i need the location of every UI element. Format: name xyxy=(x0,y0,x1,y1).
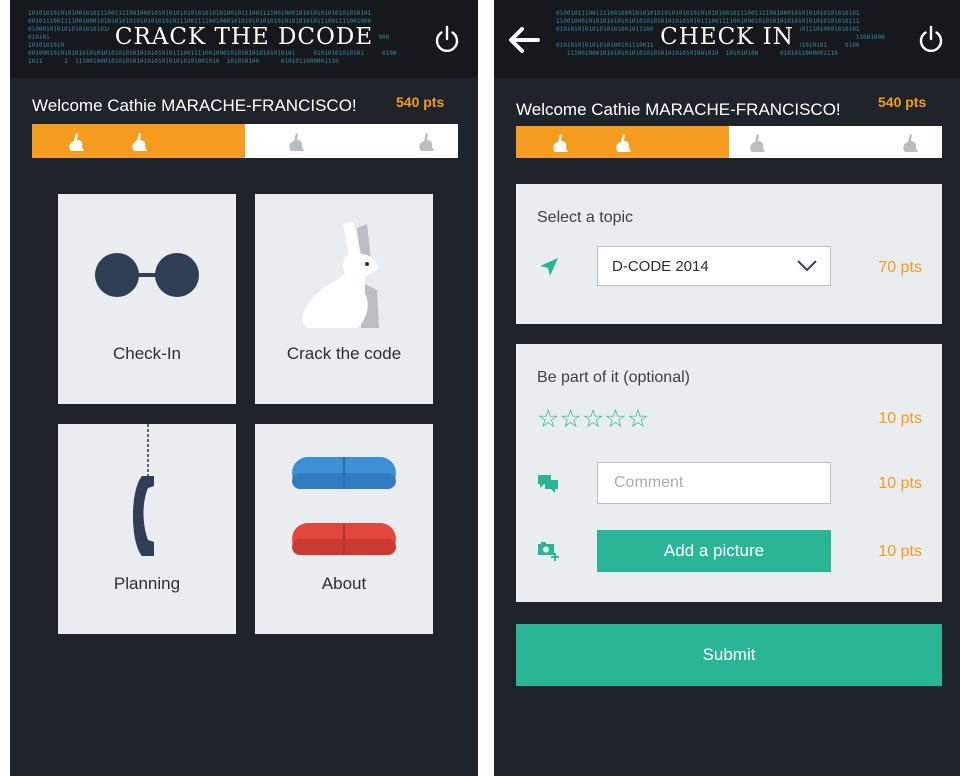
star-icon[interactable]: ☆ xyxy=(604,404,626,434)
topic-card: Select a topic D-CODE 2014 70 pts xyxy=(516,184,942,324)
welcome-message: Welcome Cathie MARACHE-FRANCISCO! xyxy=(32,96,357,115)
rabbit-icon xyxy=(750,134,765,152)
comment-input[interactable] xyxy=(597,462,831,504)
participation-card: Be part of it (optional) ☆☆☆☆☆ 10 pts 10… xyxy=(516,344,942,602)
topic-heading: Select a topic xyxy=(537,209,634,226)
submit-button[interactable]: Submit xyxy=(516,624,942,686)
tile-about[interactable]: About xyxy=(255,424,433,634)
location-arrow-icon xyxy=(540,258,558,276)
tile-label: Planning xyxy=(113,574,181,593)
tile-label: About xyxy=(321,574,367,593)
star-icon[interactable]: ☆ xyxy=(627,404,649,434)
tile-label: Check-In xyxy=(112,344,182,363)
picture-points: 10 pts xyxy=(878,543,922,560)
points-total: 540 pts xyxy=(396,94,445,110)
rating-points: 10 pts xyxy=(878,410,922,427)
phone-receiver-icon xyxy=(133,424,154,556)
check-in-screen: 0100101110011110010001010101010101010101… xyxy=(494,0,960,776)
screen-title: CHECK IN xyxy=(494,24,960,50)
tile-check-in[interactable]: Check-In xyxy=(58,194,236,404)
rabbit-icon xyxy=(69,133,84,151)
glasses-icon xyxy=(95,253,199,297)
star-icon[interactable]: ☆ xyxy=(537,404,559,434)
progress-bar xyxy=(32,124,458,158)
rabbit-icon xyxy=(419,133,434,151)
tile-label: Crack the code xyxy=(286,344,402,363)
rabbit-icon xyxy=(289,133,304,151)
topic-select[interactable]: D-CODE 2014 xyxy=(597,246,831,286)
star-icon[interactable]: ☆ xyxy=(582,404,604,434)
topic-points: 70 pts xyxy=(878,259,922,276)
rabbit-icon xyxy=(302,222,379,328)
participation-heading: Be part of it (optional) xyxy=(537,369,690,386)
add-photo-icon xyxy=(538,542,559,561)
rabbit-icon xyxy=(132,133,147,151)
comment-points: 10 pts xyxy=(878,475,922,492)
rabbit-icon xyxy=(903,134,918,152)
app-header: 1010101010101001010111001111001000101010… xyxy=(10,0,478,78)
power-icon[interactable] xyxy=(432,24,462,54)
rabbit-icon xyxy=(616,134,631,152)
home-screen: 1010101010101001010111001111001000101010… xyxy=(10,0,478,776)
app-header: 0100101110011110010001010101010101010101… xyxy=(494,0,960,78)
welcome-message: Welcome Cathie MARACHE-FRANCISCO! xyxy=(516,100,841,119)
comment-icon xyxy=(538,475,558,493)
app-title: CRACK THE DCODE xyxy=(10,24,478,50)
power-icon[interactable] xyxy=(916,24,946,54)
topic-select-value: D-CODE 2014 xyxy=(612,258,709,275)
add-picture-button[interactable]: Add a picture xyxy=(597,530,831,572)
progress-bar xyxy=(516,126,942,158)
pills-icon xyxy=(292,457,396,555)
star-icon[interactable]: ☆ xyxy=(559,404,581,434)
points-total: 540 pts xyxy=(878,94,927,110)
chevron-down-icon xyxy=(797,260,817,272)
star-rating[interactable]: ☆☆☆☆☆ xyxy=(537,404,649,434)
tile-crack-the-code[interactable]: Crack the code xyxy=(255,194,433,404)
rabbit-icon xyxy=(553,134,568,152)
tile-planning[interactable]: Planning xyxy=(58,424,236,634)
